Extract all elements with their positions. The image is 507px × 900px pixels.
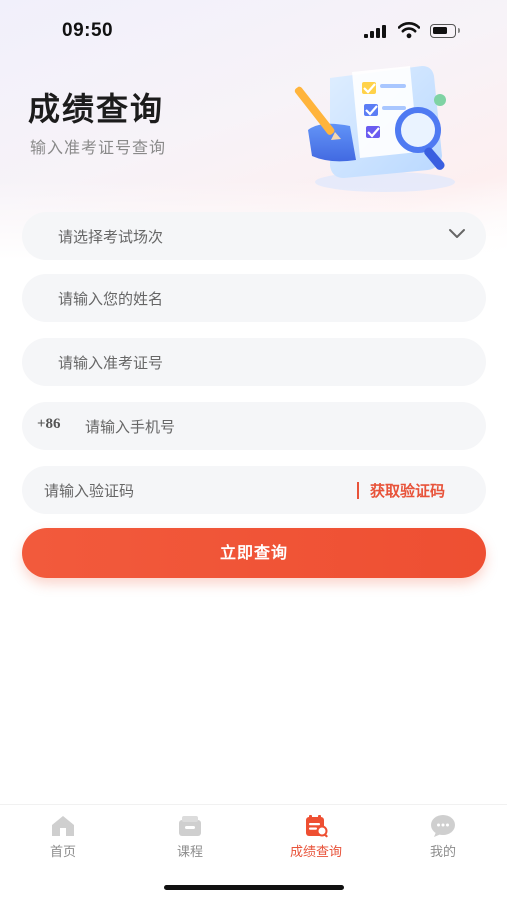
tab-home-label: 首页 xyxy=(49,845,76,860)
home-icon xyxy=(52,816,74,836)
chevron-down-icon xyxy=(449,229,465,238)
home-indicator xyxy=(164,885,344,890)
chat-bubble-icon xyxy=(431,815,455,837)
tab-course[interactable]: 课程 xyxy=(127,805,253,875)
phone-placeholder: 请输入手机号 xyxy=(85,418,176,436)
query-submit-button[interactable]: 立即查询 xyxy=(22,528,486,578)
country-code: +86 xyxy=(37,416,61,432)
page-title: 成绩查询 xyxy=(28,90,165,128)
ticket-number-input[interactable]: 请输入准考证号 xyxy=(22,338,486,386)
code-divider xyxy=(357,482,359,499)
get-code-button[interactable]: 获取验证码 xyxy=(370,480,445,501)
phone-input[interactable]: +86 请输入手机号 xyxy=(22,402,486,450)
verification-code-input[interactable]: 请输入验证码 获取验证码 xyxy=(22,466,486,514)
report-search-illustration xyxy=(294,66,455,192)
score-query-icon xyxy=(306,815,328,838)
ticket-number-placeholder: 请输入准考证号 xyxy=(58,354,164,372)
tab-score-query[interactable]: 成绩查询 xyxy=(253,805,379,875)
tab-course-label: 课程 xyxy=(176,845,203,860)
course-icon xyxy=(179,816,201,836)
page-subtitle: 输入准考证号查询 xyxy=(30,138,167,157)
verification-code-placeholder: 请输入验证码 xyxy=(44,482,135,500)
tab-score-query-label: 成绩查询 xyxy=(289,845,342,860)
tab-mine[interactable]: 我的 xyxy=(380,805,506,875)
cellular-signal-icon xyxy=(364,25,388,38)
name-input[interactable]: 请输入您的姓名 xyxy=(22,274,486,322)
exam-session-placeholder: 请选择考试场次 xyxy=(58,228,164,246)
status-bar: 09:50 xyxy=(0,0,507,60)
name-placeholder: 请输入您的姓名 xyxy=(58,290,164,308)
status-time: 09:50 xyxy=(62,20,114,41)
tab-mine-label: 我的 xyxy=(429,845,456,860)
battery-icon xyxy=(430,24,460,38)
exam-session-select[interactable]: 请选择考试场次 xyxy=(22,212,486,260)
tab-home[interactable]: 首页 xyxy=(0,805,126,875)
wifi-icon xyxy=(398,22,420,39)
